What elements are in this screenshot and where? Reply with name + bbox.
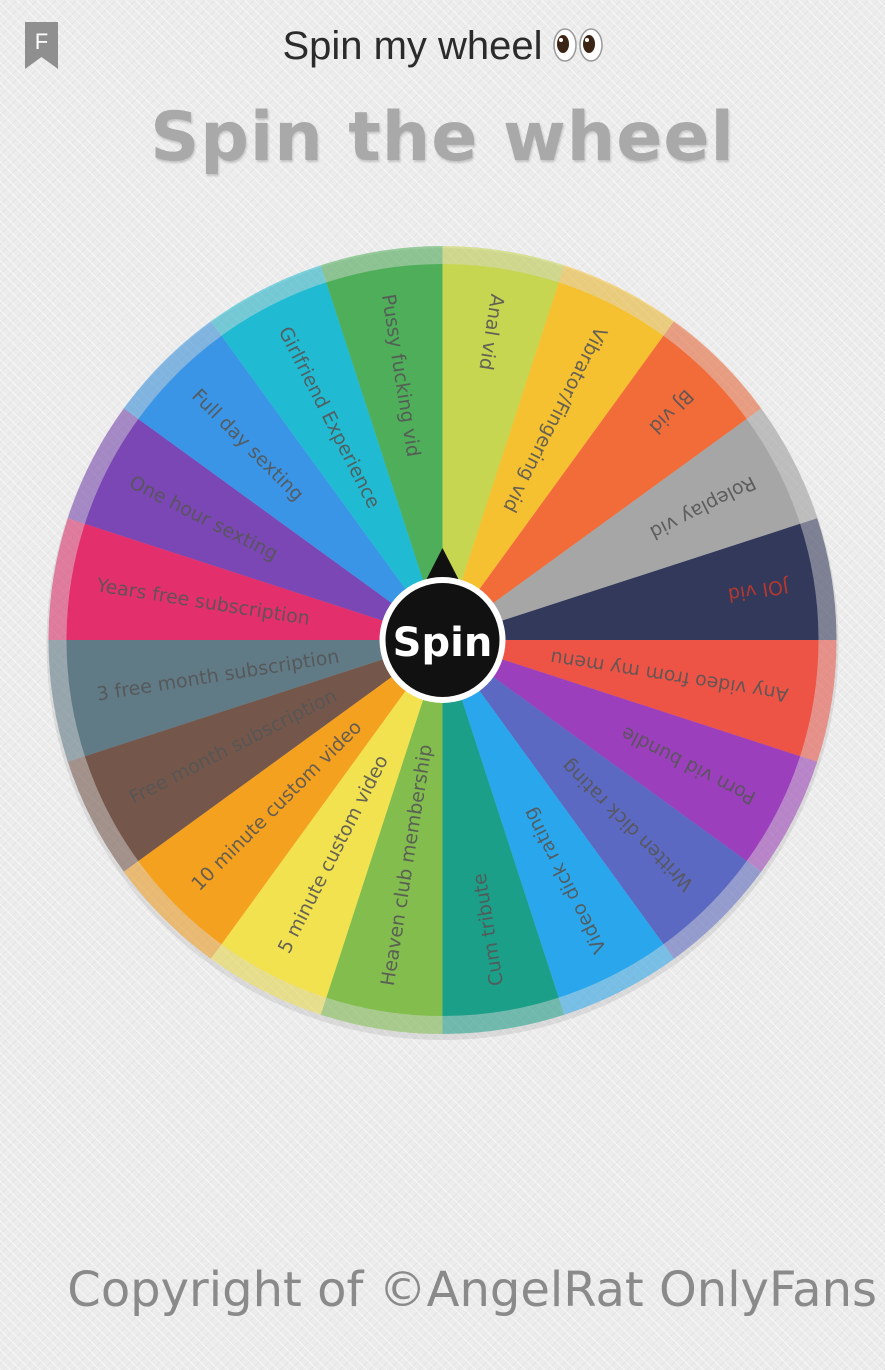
prize-wheel[interactable]: Anal vidVibrator/Fingering vid BJ vidRole…: [0, 0, 885, 1370]
copyright-text: Copyright of ©AngelRat OnlyFans: [67, 1262, 877, 1318]
spin-button-label: Spin: [393, 620, 493, 666]
